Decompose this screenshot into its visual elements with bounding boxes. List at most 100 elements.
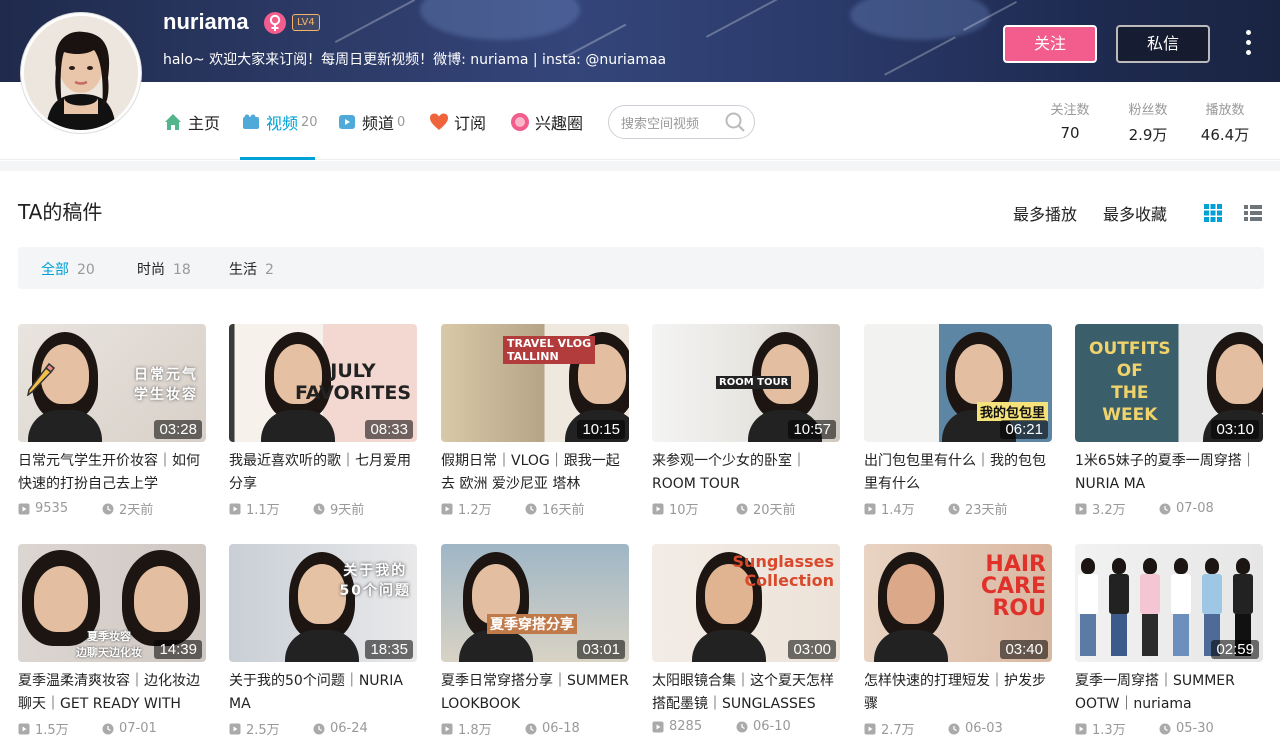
thumbnail-overlay: TRAVEL VLOG TALLINN xyxy=(503,336,596,364)
thumbnail-text: 边聊天边化妆 xyxy=(76,646,142,659)
video-thumbnail[interactable]: TRAVEL VLOG TALLINN 10:15 xyxy=(441,324,629,442)
video-card[interactable]: 02:59 夏季一周穿搭｜SUMMER OOTW｜nuriama 1.3万 05… xyxy=(1075,544,1263,738)
video-date: 06-18 xyxy=(525,721,580,736)
tab-subscribe[interactable]: 订阅 xyxy=(429,110,486,134)
video-thumbnail[interactable]: ROOM TOUR 10:57 xyxy=(652,324,840,442)
video-card[interactable]: 我的包包里 06:21 出门包包里有什么｜我的包包里有什么 1.4万 23天前 xyxy=(864,324,1052,518)
video-card[interactable]: JULY FAVORITES 08:33 我最近喜欢听的歌｜七月爱用分享 1.1万… xyxy=(229,324,417,518)
video-plays: 1.2万 xyxy=(441,499,525,518)
stat-fans[interactable]: 粉丝数 2.9万 xyxy=(1113,99,1183,145)
tab-home[interactable]: 主页 xyxy=(163,110,220,134)
avatar[interactable] xyxy=(21,13,141,133)
video-date: 2天前 xyxy=(102,499,153,518)
video-thumbnail[interactable]: JULY FAVORITES 08:33 xyxy=(229,324,417,442)
filter-life[interactable]: 生活 2 xyxy=(229,259,274,279)
thumbnail-overlay: ROOM TOUR xyxy=(716,376,792,389)
video-title[interactable]: 日常元气学生开价妆容｜如何快速的打扮自己去上学 xyxy=(18,450,206,496)
video-card[interactable]: 关于我的 50个问题 18:35 关于我的50个问题｜NURIA MA 2.5万 … xyxy=(229,544,417,738)
video-date: 20天前 xyxy=(736,499,796,518)
more-options-icon[interactable] xyxy=(1240,28,1256,60)
publish-date: 06-18 xyxy=(542,721,580,736)
video-card[interactable]: OUTFITS OF THE WEEK 03:10 1米65妹子的夏季一周穿搭｜NUR… xyxy=(1075,324,1263,518)
video-title[interactable]: 来参观一个少女的卧室｜ROOM TOUR xyxy=(652,450,840,496)
video-thumbnail[interactable]: 夏季穿搭分享 03:01 xyxy=(441,544,629,662)
video-duration: 10:15 xyxy=(577,420,625,439)
video-plays: 9535 xyxy=(18,501,102,516)
video-duration: 14:39 xyxy=(154,640,202,659)
stat-following[interactable]: 关注数 70 xyxy=(1035,99,1105,142)
follow-button[interactable]: 关注 xyxy=(1003,25,1097,63)
list-view-icon[interactable] xyxy=(1243,203,1263,223)
video-title[interactable]: 我最近喜欢听的歌｜七月爱用分享 xyxy=(229,450,417,496)
search-icon[interactable] xyxy=(724,111,746,133)
video-thumbnail[interactable]: 我的包包里 06:21 xyxy=(864,324,1052,442)
video-plays: 1.5万 xyxy=(18,719,102,738)
space-search-input[interactable]: 搜索空间视频 xyxy=(608,105,755,139)
video-title[interactable]: 出门包包里有什么｜我的包包里有什么 xyxy=(864,450,1052,496)
grid-view-icon[interactable] xyxy=(1203,203,1223,223)
sort-most-favorited[interactable]: 最多收藏 xyxy=(1103,201,1167,225)
publish-date: 2天前 xyxy=(119,503,154,518)
tab-channels[interactable]: 频道 0 xyxy=(337,110,405,134)
publish-date: 06-03 xyxy=(965,721,1003,736)
video-duration: 18:35 xyxy=(365,640,413,659)
video-card[interactable]: ROOM TOUR 10:57 来参观一个少女的卧室｜ROOM TOUR 10万… xyxy=(652,324,840,518)
video-title[interactable]: 怎样快速的打理短发｜护发步骤 xyxy=(864,670,1052,716)
thumbnail-figure xyxy=(34,566,88,632)
video-card[interactable]: 日常元气 学生妆容 03:28 日常元气学生开价妆容｜如何快速的打扮自己去上学 9… xyxy=(18,324,206,518)
message-button[interactable]: 私信 xyxy=(1116,25,1210,63)
video-thumbnail[interactable]: 日常元气 学生妆容 03:28 xyxy=(18,324,206,442)
banner-decoration xyxy=(334,0,416,44)
video-title[interactable]: 关于我的50个问题｜NURIA MA xyxy=(229,670,417,716)
video-card[interactable]: HAIR CARE ROU 03:40 怎样快速的打理短发｜护发步骤 2.7万 06… xyxy=(864,544,1052,738)
tab-interest-circle[interactable]: 兴趣圈 xyxy=(510,110,583,134)
video-card[interactable]: 夏季妆容 边聊天边化妆 14:39 夏季温柔清爽妆容｜边化妆边聊天｜GET REA… xyxy=(18,544,206,738)
video-duration: 03:40 xyxy=(1000,640,1048,659)
video-thumbnail[interactable]: 夏季妆容 边聊天边化妆 14:39 xyxy=(18,544,206,662)
thumbnail-figure xyxy=(285,630,359,662)
video-thumbnail[interactable]: 关于我的 50个问题 18:35 xyxy=(229,544,417,662)
video-thumbnail[interactable]: OUTFITS OF THE WEEK 03:10 xyxy=(1075,324,1263,442)
video-thumbnail[interactable]: HAIR CARE ROU 03:40 xyxy=(864,544,1052,662)
thumbnail-figure xyxy=(1142,614,1158,656)
video-title[interactable]: 夏季日常穿搭分享｜SUMMER LOOKBOOK xyxy=(441,670,629,716)
video-title[interactable]: 1米65妹子的夏季一周穿搭｜NURIA MA xyxy=(1075,450,1263,496)
stat-value: 70 xyxy=(1060,124,1080,142)
video-meta: 1.5万 07-01 xyxy=(18,719,206,738)
thumbnail-figure xyxy=(261,410,335,442)
thumbnail-overlay: OUTFITS OF THE WEEK xyxy=(1089,338,1171,426)
tab-videos-count: 20 xyxy=(301,114,318,130)
tab-videos[interactable]: 视频 20 xyxy=(241,110,318,134)
video-date: 23天前 xyxy=(948,499,1008,518)
video-duration: 08:33 xyxy=(365,420,413,439)
thumbnail-figure xyxy=(28,410,102,442)
video-thumbnail[interactable]: 02:59 xyxy=(1075,544,1263,662)
video-title[interactable]: 假期日常｜VLOG｜跟我一起去 欧洲 爱沙尼亚 塔林 xyxy=(441,450,629,496)
thumbnail-figure xyxy=(134,566,188,632)
video-card[interactable]: Sunglasses Collection 03:00 太阳眼镜合集｜这个夏天怎样… xyxy=(652,544,840,734)
video-meta: 1.3万 05-30 xyxy=(1075,719,1263,738)
thumbnail-figure xyxy=(887,564,935,624)
sort-most-played[interactable]: 最多播放 xyxy=(1013,201,1077,225)
thumbnail-overlay: 夏季妆容 边聊天边化妆 xyxy=(76,628,142,660)
video-thumbnail[interactable]: Sunglasses Collection 03:00 xyxy=(652,544,840,662)
video-meta: 1.4万 23天前 xyxy=(864,499,1052,518)
filter-all[interactable]: 全部 20 xyxy=(41,259,95,279)
video-card[interactable]: TRAVEL VLOG TALLINN 10:15 假期日常｜VLOG｜跟我一起去… xyxy=(441,324,629,518)
filter-count: 2 xyxy=(265,262,274,278)
filter-label: 全部 xyxy=(41,262,69,278)
play-count: 2.5万 xyxy=(246,723,280,738)
video-plays: 3.2万 xyxy=(1075,499,1159,518)
video-meta: 9535 2天前 xyxy=(18,499,206,518)
thumbnail-figure xyxy=(1174,558,1188,574)
video-date: 06-03 xyxy=(948,721,1003,736)
video-title[interactable]: 夏季一周穿搭｜SUMMER OOTW｜nuriama xyxy=(1075,670,1263,716)
video-title[interactable]: 太阳眼镜合集｜这个夏天怎样搭配墨镜｜SUNGLASSES xyxy=(652,670,840,716)
clock-icon xyxy=(102,723,114,734)
filter-fashion[interactable]: 时尚 18 xyxy=(137,259,191,279)
thumbnail-text: 我的包包里 xyxy=(979,406,1045,421)
video-title[interactable]: 夏季温柔清爽妆容｜边化妆边聊天｜GET READY WITH xyxy=(18,670,206,716)
publish-date: 06-10 xyxy=(753,719,791,734)
video-card[interactable]: 夏季穿搭分享 03:01 夏季日常穿搭分享｜SUMMER LOOKBOOK 1.… xyxy=(441,544,629,738)
play-count: 1.1万 xyxy=(246,503,280,518)
